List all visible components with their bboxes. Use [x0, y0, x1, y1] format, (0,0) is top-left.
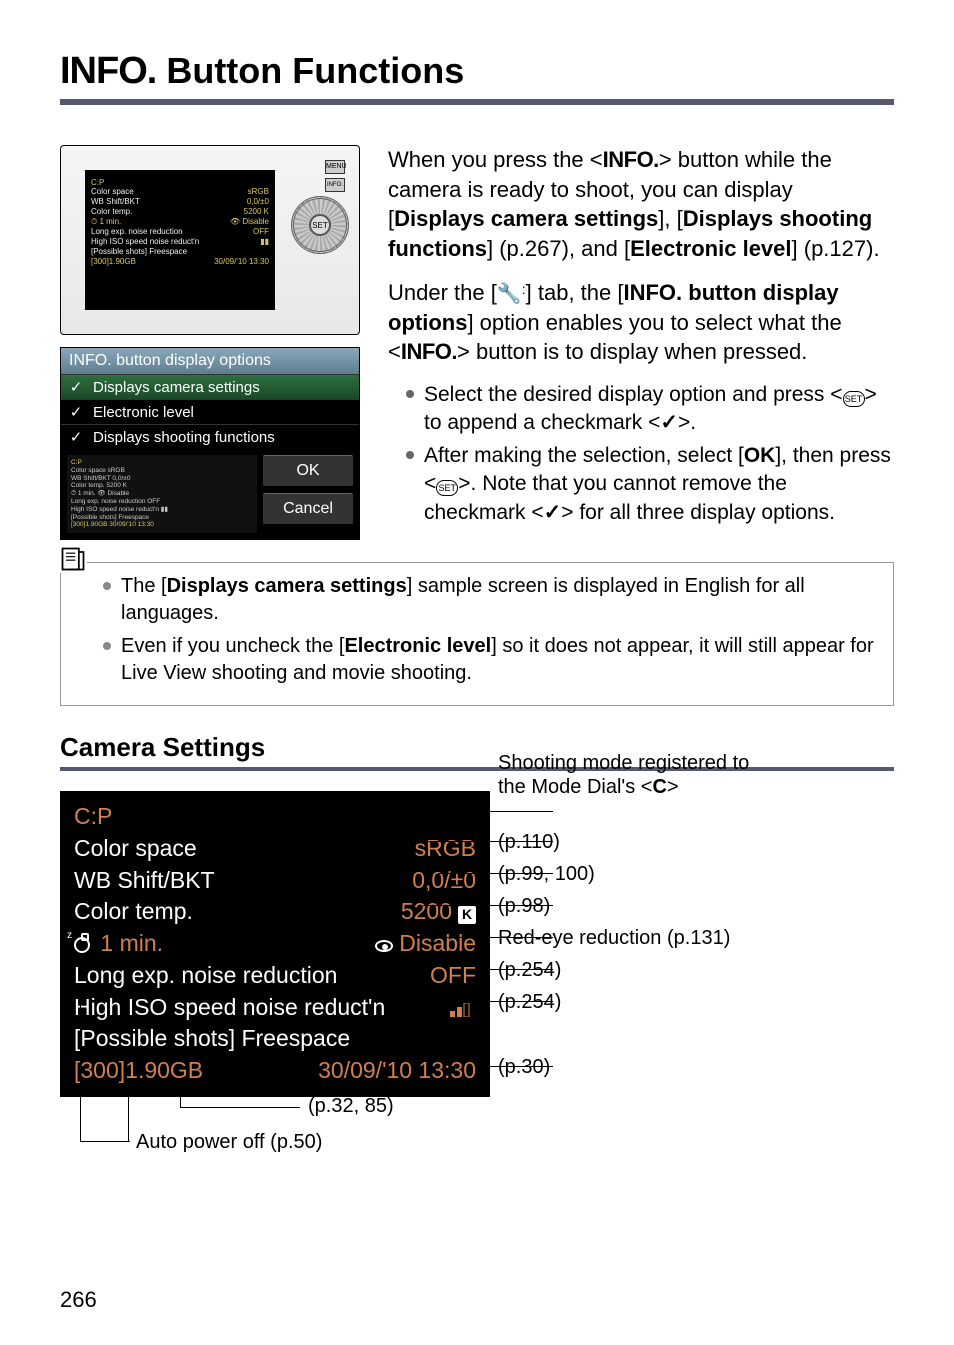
callout-autopoweroff: Auto power off (p.50) [136, 1131, 322, 1154]
set-icon: SET [436, 480, 458, 496]
callout-p98: (p.98) [498, 893, 550, 920]
wrench-icon: 🔧 [497, 283, 522, 305]
menu-header: INFO. button display options [61, 348, 359, 374]
intro-paragraph-2: Under the [🔧:] tab, the [INFO. button di… [388, 278, 894, 367]
bullet-dot-icon [406, 390, 414, 398]
note-1: The [Displays camera settings] sample sc… [75, 573, 879, 627]
note-2: Even if you uncheck the [Electronic leve… [75, 633, 879, 687]
menu-button-illus: MENU [325, 160, 345, 174]
row-label: [Possible shots] Freespace [74, 1023, 476, 1055]
menu-preview: C:P Color space sRGB WB Shift/BKT 0,0/±0… [67, 455, 257, 533]
info-glyph-inline: INFO. [603, 147, 659, 172]
section-rule [60, 767, 894, 771]
check-icon: ✓ [69, 378, 83, 396]
menu-item-label: Displays shooting functions [93, 429, 275, 446]
row-value: 0,0/±0 [412, 865, 476, 897]
camera-lcd-preview: C:P Color spacesRGB WB Shift/BKT0,0/±0 C… [85, 170, 275, 310]
intro-paragraph-1: When you press the <INFO.> button while … [388, 145, 894, 264]
ok-button[interactable]: OK [263, 455, 353, 487]
timer-icon [74, 937, 90, 953]
bullet-2: After making the selection, select [OK],… [388, 442, 894, 527]
bars-icon [450, 992, 476, 1024]
check-icon: ✓ [69, 403, 83, 421]
row-label: WB Shift/BKT [74, 865, 215, 897]
callout-p110: (p.110) [498, 829, 560, 856]
row-value: OFF [430, 960, 476, 992]
row-label: 1 min. [100, 930, 163, 956]
note-icon [59, 545, 87, 573]
row-value: Disable [399, 930, 476, 956]
callout-p30: (p.30) [498, 1054, 550, 1081]
camera-illustration: MENU INFO. SET C:P Color spacesRGB WB Sh… [60, 145, 360, 335]
row-label: High ISO speed noise reduct'n [74, 992, 385, 1024]
bullet-1: Select the desired display option and pr… [388, 381, 894, 438]
info-button-illus: INFO. [325, 178, 345, 192]
eye-icon [375, 940, 393, 952]
menu-screenshot: INFO. button display options ✓ Displays … [60, 347, 360, 540]
menu-item-label: Electronic level [93, 404, 194, 421]
callout-mode-dial: Shooting mode registered to the Mode Dia… [498, 751, 749, 799]
shots-value: [300]1.90GB [74, 1055, 203, 1087]
page-number: 266 [60, 1287, 97, 1313]
note-box: The [Displays camera settings] sample sc… [60, 562, 894, 706]
section-heading: Camera Settings [60, 732, 894, 763]
menu-item-label: Displays camera settings [93, 379, 260, 396]
check-icon: ✓ [660, 411, 678, 434]
lcd-title: C:P [91, 178, 269, 187]
row-label: Color space [74, 833, 197, 865]
row-value: 5200 [401, 898, 452, 924]
page-title: INFO. Button Functions [60, 50, 894, 93]
menu-item-electronic-level[interactable]: ✓ Electronic level [61, 399, 359, 424]
bullet-dot-icon [103, 582, 111, 590]
callout-p32: (p.32, 85) [308, 1095, 394, 1118]
settings-screen: C:P Color space sRGB WB Shift/BKT 0,0/±0 C… [60, 791, 490, 1097]
row-value: sRGB [415, 833, 476, 865]
mode-label: C:P [74, 801, 476, 833]
kelvin-icon: K [458, 906, 476, 924]
info-glyph: INFO. [60, 50, 156, 93]
callout-p254a: (p.254) [498, 957, 561, 984]
check-icon: ✓ [69, 428, 83, 446]
menu-item-camera-settings[interactable]: ✓ Displays camera settings [61, 374, 359, 399]
callout-p254b: (p.254) [498, 989, 561, 1016]
date-value: 30/09/'10 13:30 [318, 1055, 476, 1087]
set-icon: SET [843, 391, 865, 407]
callout-p99: (p.99, 100) [498, 861, 595, 888]
row-label: Color temp. [74, 896, 193, 928]
bullet-dot-icon [103, 642, 111, 650]
cancel-button[interactable]: Cancel [263, 493, 353, 525]
bullet-dot-icon [406, 451, 414, 459]
row-label: Long exp. noise reduction [74, 960, 337, 992]
menu-item-shooting-functions[interactable]: ✓ Displays shooting functions [61, 424, 359, 449]
title-text: Button Functions [166, 50, 464, 92]
check-icon: ✓ [544, 501, 562, 524]
info-glyph-inline: INFO. [401, 339, 457, 364]
callout-redeye: Red-eye reduction (p.131) [498, 925, 730, 952]
dial-illus: SET [291, 196, 349, 254]
